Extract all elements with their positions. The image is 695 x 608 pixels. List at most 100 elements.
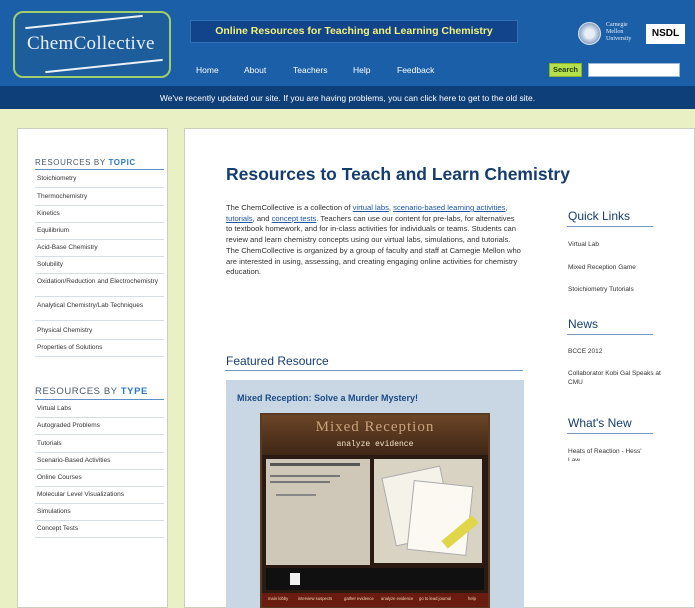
quick-link-mixed-reception[interactable]: Mixed Reception Game — [568, 264, 668, 273]
link-tutorials[interactable]: tutorials — [226, 214, 253, 223]
divider — [35, 339, 164, 340]
divider — [35, 320, 164, 321]
divider — [35, 417, 164, 418]
heading-accent: TOPIC — [108, 158, 136, 167]
quick-link-virtual-lab[interactable]: Virtual Lab — [568, 241, 668, 250]
sidebar-item-analytical[interactable]: Analytical Chemistry/Lab Techniques — [37, 302, 162, 309]
heading-accent: TYPE — [120, 386, 148, 397]
divider — [35, 537, 164, 538]
sidebar-item-molecular[interactable]: Molecular Level Visualizations — [37, 491, 162, 498]
sidebar-item-simulations[interactable]: Simulations — [37, 508, 162, 515]
site-header: ChemCollective Online Resources for Teac… — [0, 0, 695, 86]
game-nav-item[interactable]: interview suspects — [298, 596, 332, 601]
news-heading: News — [568, 317, 599, 331]
nav-teachers[interactable]: Teachers — [293, 65, 328, 75]
intro-text: . Teachers can use our content for pre-l… — [226, 213, 521, 277]
game-nav-item[interactable]: help — [468, 596, 476, 601]
panel-text-line — [270, 463, 360, 466]
divider — [35, 486, 164, 487]
sidebar-item-thermochemistry[interactable]: Thermochemistry — [37, 193, 162, 200]
document-paper — [406, 480, 474, 556]
cmu-seal-icon[interactable] — [578, 22, 601, 45]
divider — [35, 399, 164, 400]
notice-bar: We've recently updated our site. If you … — [0, 86, 695, 109]
divider — [35, 296, 164, 297]
search-button[interactable]: Search — [549, 63, 582, 77]
divider — [35, 187, 164, 188]
divider — [35, 205, 164, 206]
featured-resource-heading: Featured Resource — [226, 354, 329, 368]
cmu-logo-text[interactable]: Carnegie Mellon University — [606, 22, 631, 43]
tagline-box: Online Resources for Teaching and Learni… — [190, 20, 518, 43]
divider — [35, 434, 164, 435]
sidebar-item-solubility[interactable]: Solubility — [37, 261, 162, 268]
sidebar-item-kinetics[interactable]: Kinetics — [37, 210, 162, 217]
divider — [567, 334, 653, 335]
featured-resource-link[interactable]: Mixed Reception: Solve a Murder Mystery! — [237, 393, 418, 403]
nsdl-logo[interactable]: NSDL — [646, 24, 685, 44]
sidebar-item-physical[interactable]: Physical Chemistry — [37, 327, 162, 334]
old-site-notice-link[interactable]: We've recently updated our site. If you … — [0, 93, 695, 103]
game-inventory-bar — [266, 568, 484, 590]
game-photo — [374, 459, 482, 563]
divider — [35, 469, 164, 470]
divider — [225, 370, 523, 371]
divider — [35, 503, 164, 504]
sidebar-item-virtual-labs[interactable]: Virtual Labs — [37, 405, 162, 412]
link-scenario-activities[interactable]: scenario-based learning activities — [393, 203, 505, 212]
inventory-item-icon — [290, 573, 300, 585]
divider — [35, 169, 164, 170]
nav-home[interactable]: Home — [196, 65, 219, 75]
news-item-bcce[interactable]: BCCE 2012 — [568, 348, 668, 357]
featured-resource-card: Mixed Reception: Solve a Murder Mystery!… — [226, 380, 524, 608]
page-title: Resources to Teach and Learn Chemistry — [226, 164, 570, 184]
sidebar-item-concept-tests[interactable]: Concept Tests — [37, 525, 162, 532]
resources-by-topic-heading: RESOURCES BY TOPIC — [35, 158, 136, 167]
whats-new-heading: What's New — [568, 416, 632, 430]
quick-link-stoichiometry[interactable]: Stoichiometry Tutorials — [568, 286, 668, 295]
divider — [567, 433, 653, 434]
link-virtual-labs[interactable]: virtual labs — [353, 203, 389, 212]
intro-paragraph: The ChemCollective is a collection of vi… — [226, 203, 523, 278]
sidebar-item-scenario[interactable]: Scenario-Based Activities — [37, 457, 162, 464]
divider — [35, 452, 164, 453]
game-subtitle: analyze evidence — [336, 440, 414, 449]
site-tagline: Online Resources for Teaching and Learni… — [215, 25, 493, 37]
cmu-text-line: Mellon — [606, 29, 624, 35]
sidebar-item-online-courses[interactable]: Online Courses — [37, 474, 162, 481]
logo-swoosh-top — [25, 14, 143, 30]
sidebar-item-stoichiometry[interactable]: Stoichiometry — [37, 175, 162, 182]
resources-by-type-heading: RESOURCES BY TYPE — [35, 386, 148, 397]
game-banner: Mixed Reception analyze evidence — [262, 415, 488, 455]
divider — [35, 273, 164, 274]
panel-link — [276, 494, 316, 496]
sidebar-item-autograded[interactable]: Autograded Problems — [37, 422, 162, 429]
search-input[interactable] — [588, 63, 680, 77]
panel-text-line — [270, 481, 330, 483]
intro-text: , and — [252, 213, 272, 223]
game-nav-bar: main lobby interview suspects gather evi… — [262, 593, 488, 607]
quick-links-heading: Quick Links — [568, 209, 631, 223]
nav-feedback[interactable]: Feedback — [397, 65, 434, 75]
game-nav-item[interactable]: gather evidence — [344, 596, 374, 601]
logo-text: ChemCollective — [27, 33, 155, 54]
nav-about[interactable]: About — [244, 65, 266, 75]
news-item-collaborator[interactable]: Collaborator Kobi Gal Speaks at CMU — [568, 370, 662, 387]
sidebar-item-equilibrium[interactable]: Equilibrium — [37, 227, 162, 234]
intro-text: The ChemCollective is a collection of — [226, 203, 353, 212]
nav-help[interactable]: Help — [353, 65, 370, 75]
sidebar-item-acid-base[interactable]: Acid-Base Chemistry — [37, 244, 162, 251]
whats-new-item[interactable]: Heats of Reaction - Hess' Law — [568, 448, 648, 461]
link-concept-tests[interactable]: concept tests — [272, 214, 317, 223]
game-nav-item[interactable]: main lobby — [268, 596, 288, 601]
intro-text: , — [505, 203, 508, 212]
sidebar-item-solutions[interactable]: Properties of Solutions — [37, 344, 162, 351]
sidebar-item-tutorials[interactable]: Tutorials — [37, 440, 162, 447]
mixed-reception-screenshot[interactable]: Mixed Reception analyze evidence main lo… — [260, 413, 490, 608]
sidebar-item-redox[interactable]: Oxidation/Reduction and Electrochemistry — [37, 278, 162, 285]
game-nav-item[interactable]: analyze evidence — [381, 596, 413, 601]
divider — [35, 222, 164, 223]
cmu-text-line: University — [606, 36, 632, 42]
game-nav-item[interactable]: go to lead journal — [419, 596, 451, 601]
heading-prefix: RESOURCES BY — [35, 158, 106, 167]
